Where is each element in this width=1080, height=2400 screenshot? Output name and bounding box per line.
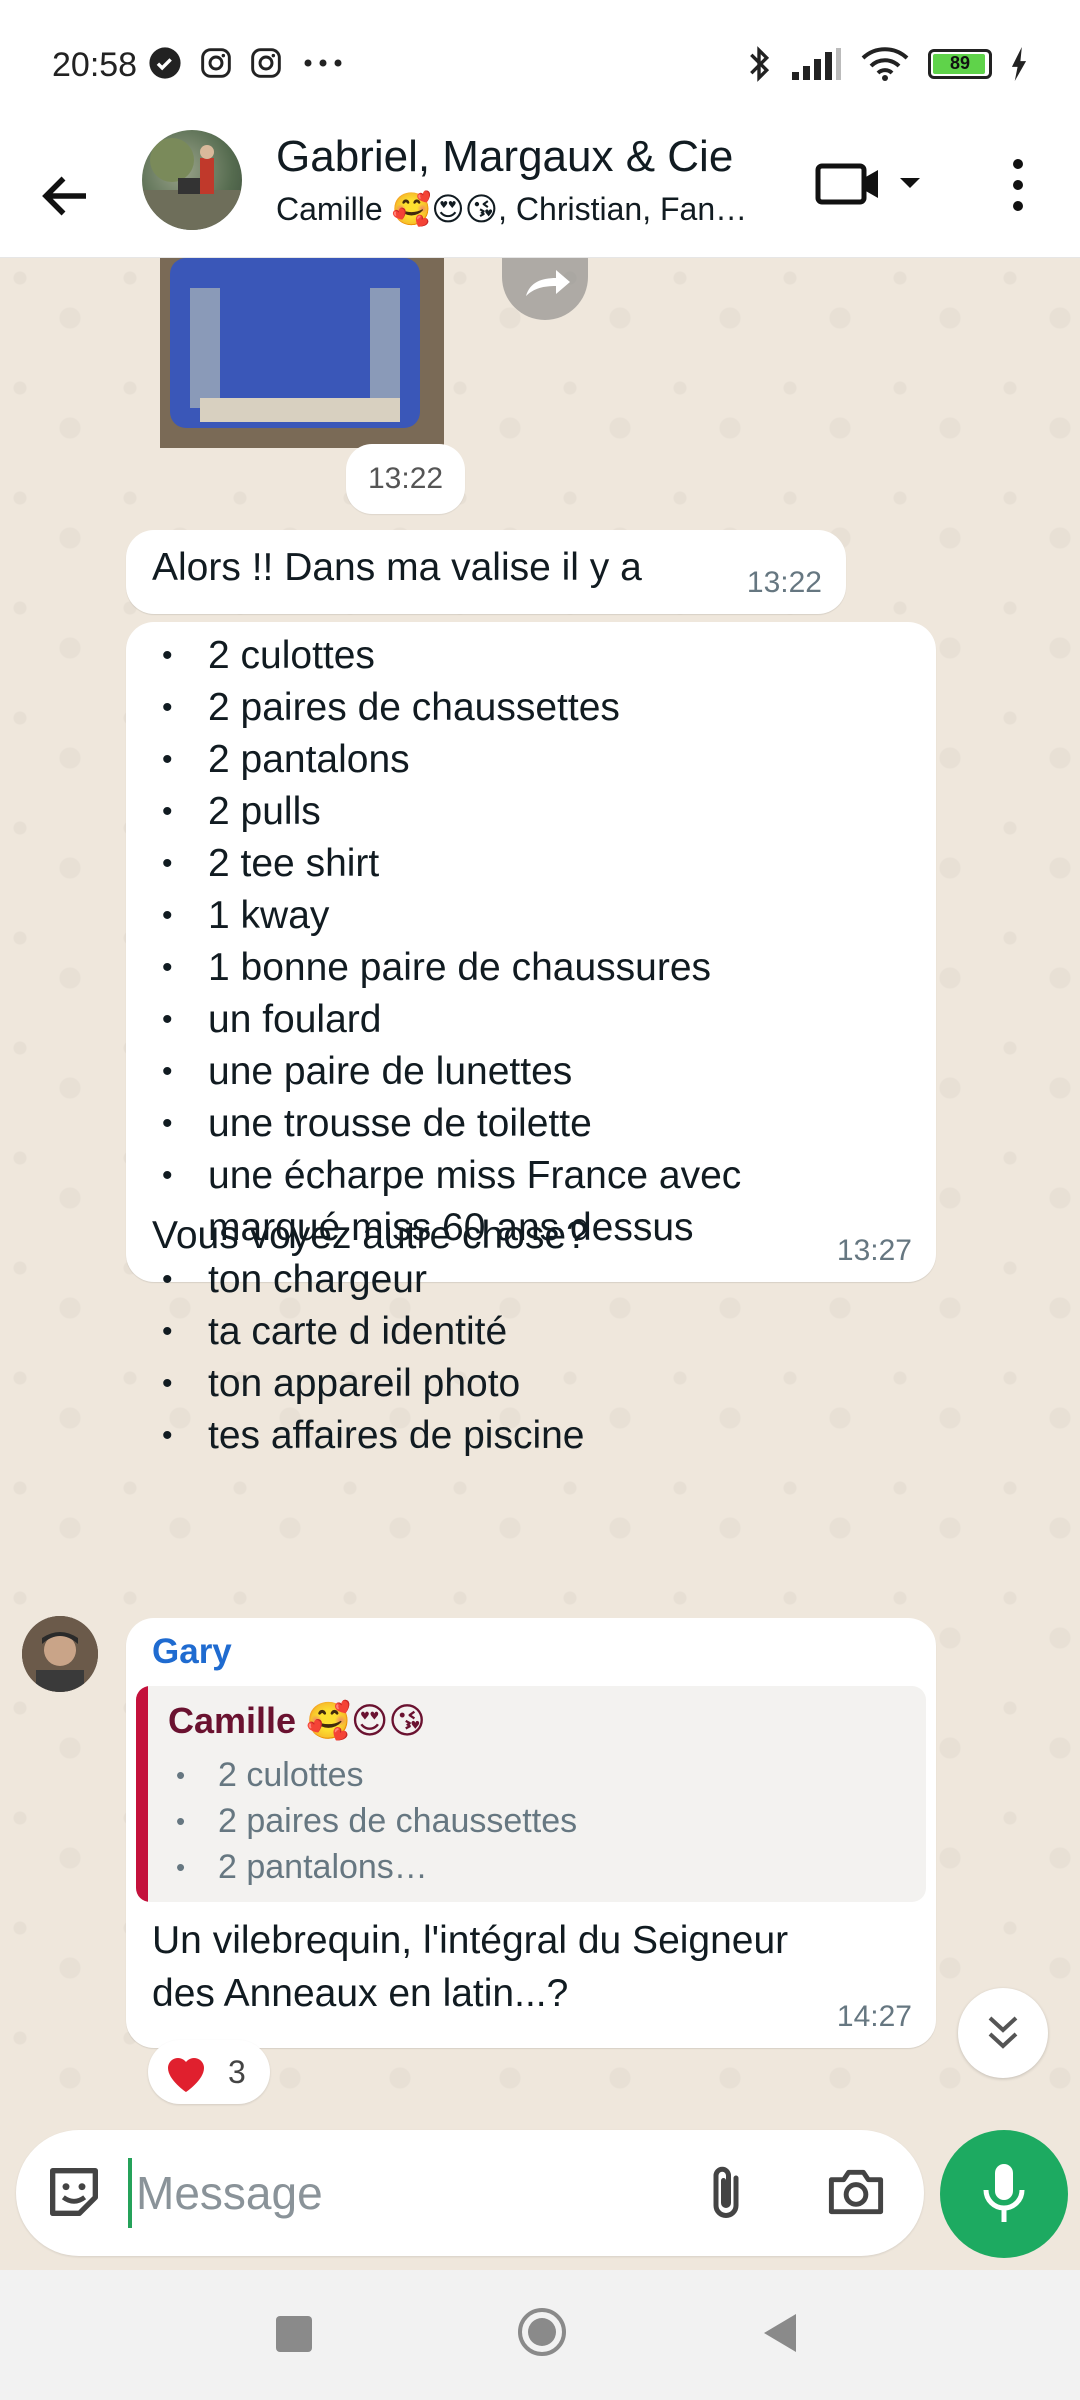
message-time: 13:27 — [836, 1234, 912, 1267]
message-input[interactable] — [128, 2158, 688, 2228]
list-item: 2 paires de chaussettes — [176, 1798, 577, 1844]
status-bar: 20:58 89 — [0, 0, 1080, 130]
video-call-icon[interactable] — [812, 154, 932, 214]
list-item: 2 tee shirt — [154, 838, 854, 890]
forward-icon — [526, 270, 570, 296]
chat-area[interactable]: 13:22 Alors !! Dans ma valise il y a 13:… — [0, 258, 1080, 2128]
quoted-message[interactable]: Camille 🥰😍😘 2 culottes 2 paires de chaus… — [136, 1686, 926, 1902]
group-members[interactable]: Camille 🥰😍😘, Christian, Fan… — [276, 190, 776, 228]
signal-icon — [792, 48, 841, 80]
quoted-sender: Camille 🥰😍😘 — [168, 1700, 426, 1741]
list-item: 2 culottes — [176, 1752, 577, 1798]
instagram-icon — [201, 48, 231, 78]
list-item: une paire de lunettes — [154, 1046, 854, 1098]
list-item: 2 pantalons — [154, 734, 854, 786]
more-notifications-icon — [304, 59, 342, 67]
image-timestamp: 13:22 — [346, 444, 466, 514]
reaction-badge[interactable]: 3 — [148, 2040, 270, 2104]
instagram-icon — [251, 48, 281, 78]
more-vert-icon[interactable] — [990, 152, 1046, 218]
system-nav-bar — [0, 2270, 1080, 2400]
chevron-double-down-icon — [988, 2016, 1018, 2049]
list-item: un foulard — [154, 994, 854, 1046]
bluetooth-icon — [750, 46, 770, 82]
message-composer — [16, 2130, 924, 2256]
group-avatar[interactable] — [142, 130, 242, 230]
message-bubble[interactable]: 2 culottes 2 paires de chaussettes 2 pan… — [126, 622, 936, 1462]
heart-icon — [168, 2058, 204, 2092]
list-item: ton chargeur — [154, 1254, 854, 1306]
message-text: Vous voyez autre chose? — [152, 1214, 588, 1257]
reaction-count: 3 — [228, 2054, 246, 2090]
message-text: Un vilebrequin, l'intégral du Seigneur d… — [152, 1919, 789, 2015]
message-bubble[interactable]: Gary Camille 🥰😍😘 2 culottes 2 paires de … — [126, 1618, 936, 2048]
message-text: Alors !! Dans ma valise il y a — [152, 546, 642, 589]
list-item: 2 pantalons… — [176, 1844, 577, 1890]
list-item: ton appareil photo — [154, 1358, 854, 1410]
sender-name[interactable]: Gary — [152, 1632, 232, 1672]
list-item: une trousse de toilette — [154, 1098, 854, 1150]
voice-message-button[interactable] — [940, 2130, 1068, 2258]
list-item: tes affaires de piscine — [154, 1410, 854, 1462]
list-item: 1 bonne paire de chaussures — [154, 942, 854, 994]
message-bubble[interactable]: Alors !! Dans ma valise il y a 13:22 — [126, 530, 846, 614]
status-system-icons: 89 — [746, 44, 1028, 84]
wifi-icon — [861, 47, 909, 81]
check-badge-icon — [149, 47, 181, 79]
recents-button[interactable] — [276, 2316, 312, 2352]
chat-header: Gabriel, Margaux & Cie Camille 🥰😍😘, Chri… — [0, 130, 1080, 258]
list-item: ta carte d identité — [154, 1306, 854, 1358]
message-time: 14:27 — [836, 2000, 912, 2033]
list-item: 2 paires de chaussettes — [154, 682, 854, 734]
forward-button[interactable] — [502, 258, 588, 320]
home-button[interactable] — [516, 2306, 568, 2358]
nav-back-button[interactable] — [758, 2310, 802, 2356]
image-message[interactable] — [160, 258, 444, 448]
packing-list: 2 culottes 2 paires de chaussettes 2 pan… — [154, 630, 854, 1462]
group-name[interactable]: Gabriel, Margaux & Cie — [276, 132, 733, 182]
list-item: 2 pulls — [154, 786, 854, 838]
battery-level: 89 — [949, 53, 971, 73]
quote-bar — [136, 1686, 148, 1902]
scroll-down-button[interactable] — [958, 1988, 1048, 2078]
charging-icon — [1011, 47, 1027, 81]
status-notifications — [148, 46, 346, 80]
microphone-icon — [983, 2164, 1025, 2222]
quoted-list: 2 culottes 2 paires de chaussettes 2 pan… — [176, 1752, 577, 1890]
paperclip-icon[interactable] — [696, 2160, 756, 2226]
list-item: 1 kway — [154, 890, 854, 942]
back-arrow-icon[interactable] — [36, 166, 96, 226]
status-time: 20:58 — [52, 46, 138, 84]
sender-avatar[interactable] — [22, 1616, 98, 1692]
camera-icon[interactable] — [824, 2162, 888, 2222]
battery-indicator: 89 — [928, 49, 992, 79]
list-item: 2 culottes — [154, 630, 854, 682]
message-time: 13:22 — [746, 566, 822, 599]
sticker-icon[interactable] — [42, 2160, 106, 2224]
